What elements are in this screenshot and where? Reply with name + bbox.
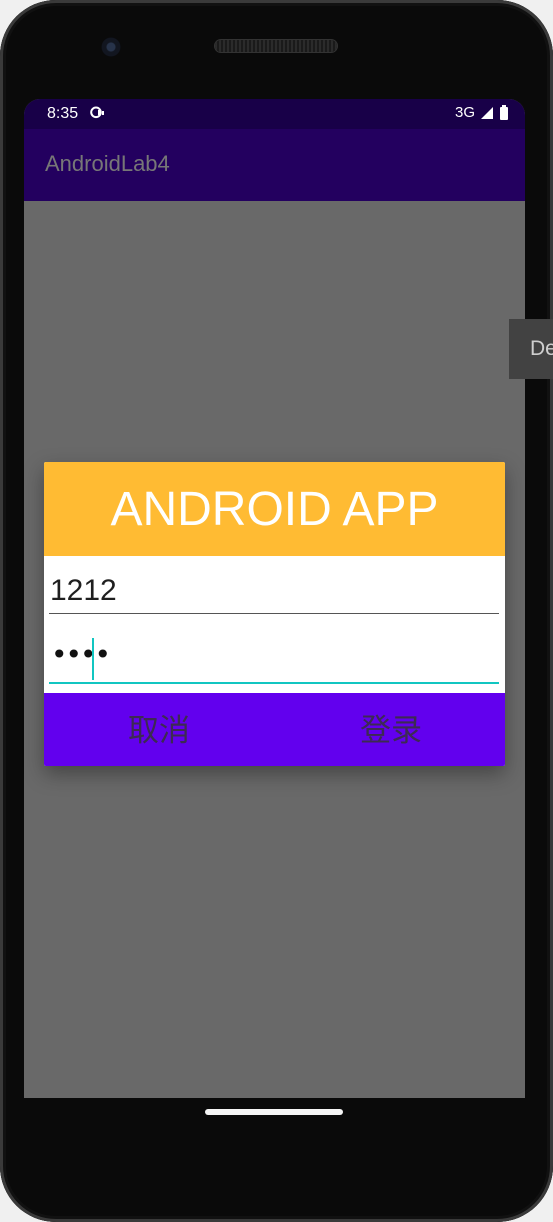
side-tab[interactable]: De — [509, 319, 553, 379]
battery-icon — [500, 104, 508, 120]
password-input[interactable]: •••• — [51, 638, 499, 680]
cancel-button[interactable]: 取消 — [103, 693, 215, 766]
password-underline — [49, 682, 499, 684]
network-type: 3G — [454, 104, 475, 121]
status-bar: 8:35 3G — [24, 99, 525, 129]
status-right: 3G — [455, 104, 509, 121]
status-time: 8:35 — [47, 105, 79, 122]
phone-frame: 8:35 3G AndroidLab4 De ANDROID APP 1212 … — [0, 0, 553, 1222]
username-underline — [49, 613, 499, 614]
login-dialog: ANDROID APP 1212 •••• 取消 登录 — [44, 462, 505, 766]
app-toolbar: AndroidLab4 — [24, 129, 525, 201]
login-button[interactable]: 登录 — [335, 693, 447, 766]
earpiece-speaker — [215, 40, 337, 52]
gesture-navigation-bar[interactable] — [205, 1109, 343, 1115]
dialog-title: ANDROID APP — [44, 462, 505, 556]
signal-icon — [481, 107, 493, 119]
front-camera — [101, 37, 121, 57]
app-title: AndroidLab4 — [45, 151, 170, 176]
text-cursor — [92, 638, 94, 680]
notification-icon — [90, 106, 104, 119]
username-input[interactable]: 1212 — [50, 574, 499, 612]
dialog-button-bar: 取消 登录 — [44, 693, 505, 766]
